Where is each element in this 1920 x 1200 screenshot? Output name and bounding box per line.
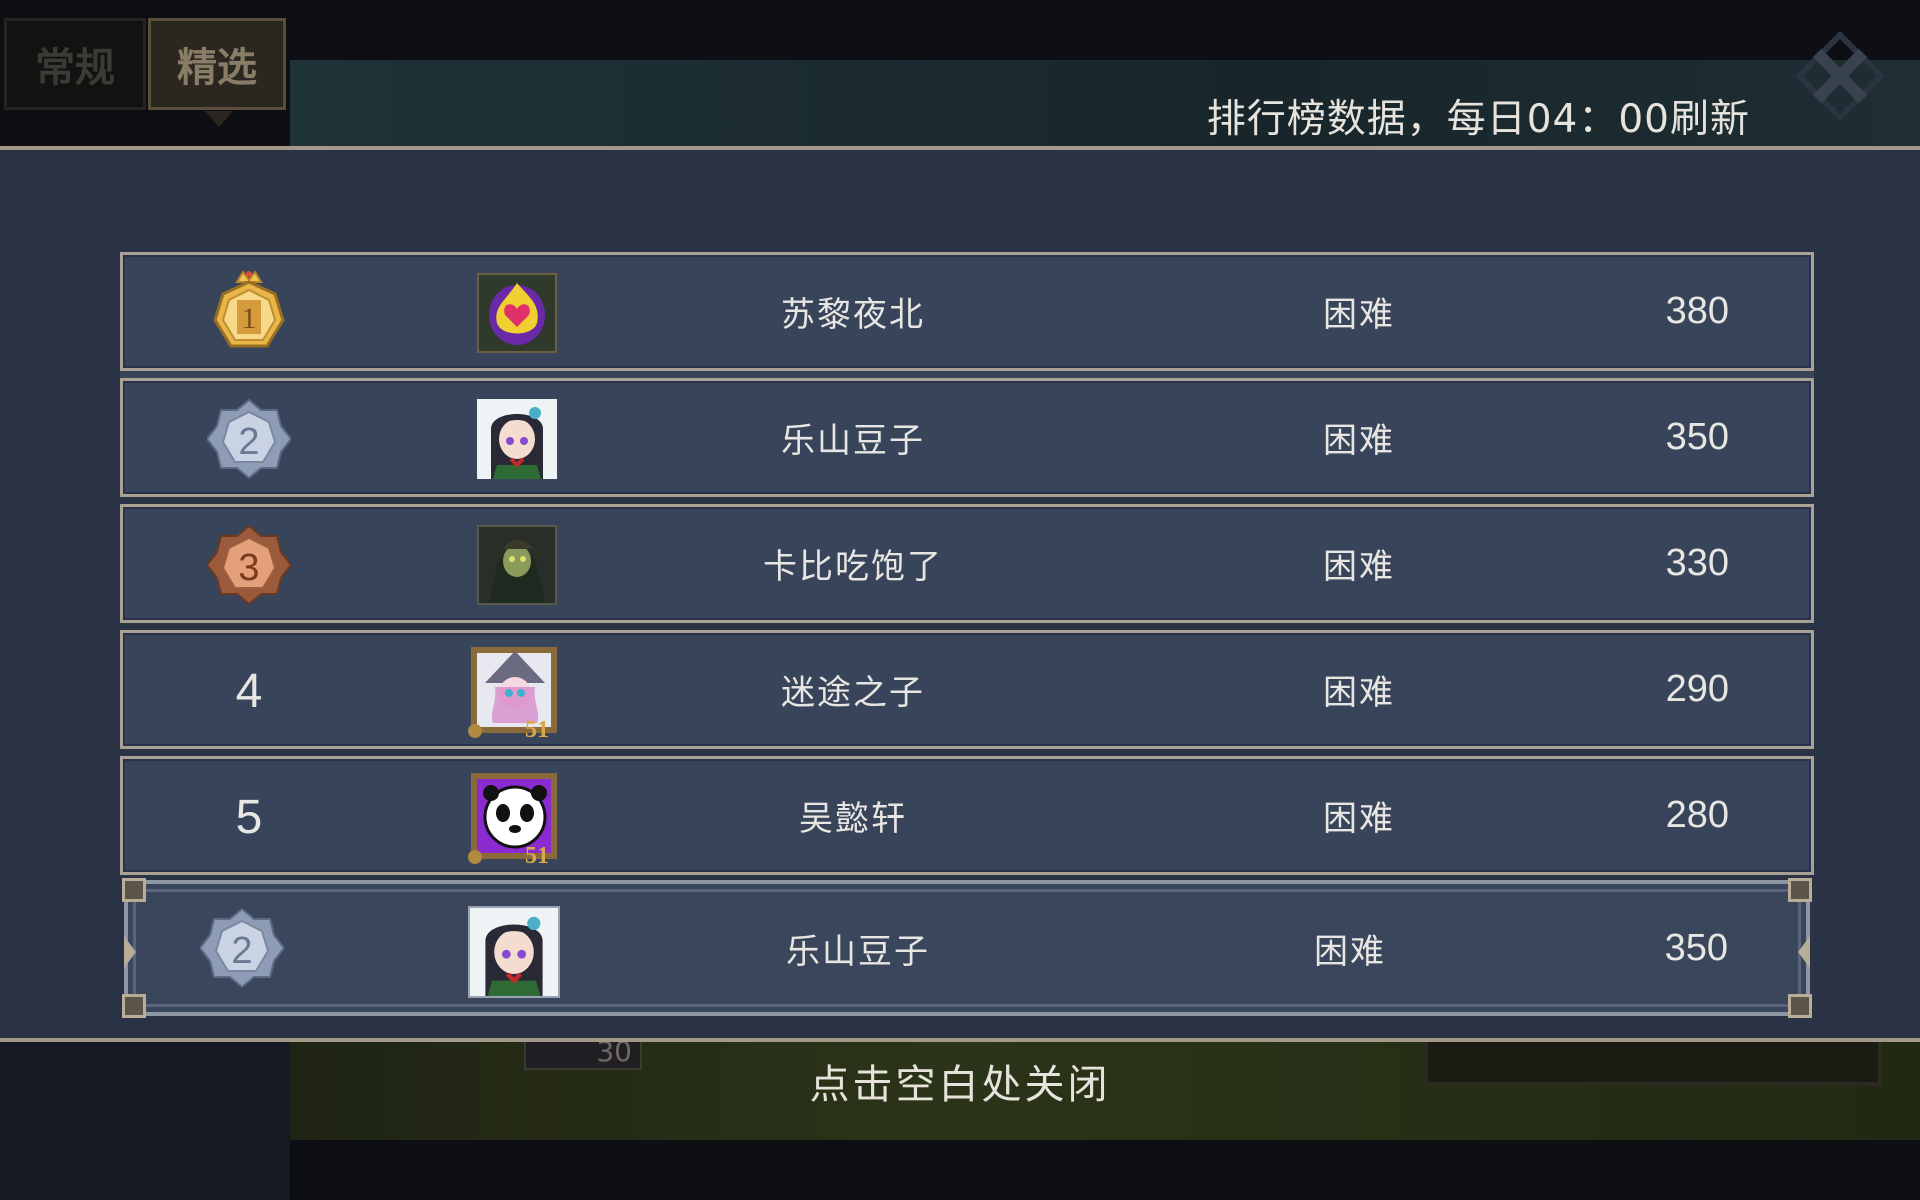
player-nickname: 乐山豆子 <box>781 421 925 461</box>
player-score: 350 <box>1665 416 1729 458</box>
leaderboard-row[interactable]: 2 2 乐山豆子 困难 350 <box>120 378 1814 497</box>
rank-silver-badge-icon: 2 2 <box>199 389 299 489</box>
player-score: 380 <box>1665 290 1729 332</box>
refresh-note: 排行榜数据，每日04：00刷新 <box>1206 97 1750 142</box>
svg-text:3: 3 <box>238 547 259 589</box>
player-score: 290 <box>1665 668 1729 710</box>
svg-text:2: 2 <box>231 930 252 972</box>
leaderboard-row[interactable]: 3 3 卡比吃饱了 困难 330 <box>120 504 1814 623</box>
frame-corner <box>122 878 146 902</box>
tab-featured-label: 精选 <box>177 45 257 91</box>
self-score: 350 <box>1664 926 1728 969</box>
player-nickname: 吴懿轩 <box>799 799 907 839</box>
frame-corner <box>1788 994 1812 1018</box>
player-score: 330 <box>1665 542 1729 584</box>
tab-normal-label: 常规 <box>35 45 115 91</box>
witch-avatar: 51 <box>467 643 565 741</box>
player-difficulty: 困难 <box>1323 799 1395 839</box>
leaderboard-row[interactable]: 5 51 吴懿轩 困难 280 <box>120 756 1814 875</box>
player-nickname: 迷途之子 <box>781 673 925 713</box>
anime-girl-avatar <box>468 906 560 998</box>
svg-text:1: 1 <box>242 302 257 335</box>
tab-featured[interactable]: 精选 <box>148 18 286 127</box>
frame-corner <box>1788 878 1812 902</box>
fire-heart-avatar <box>477 273 557 353</box>
rank-cell: 4 <box>199 641 299 741</box>
anime-girl-avatar <box>477 399 557 479</box>
rank-cell: 5 <box>199 767 299 867</box>
rank-number: 5 <box>235 790 263 844</box>
panda-avatar: 51 <box>467 769 565 867</box>
frame-notch <box>124 936 136 968</box>
close-x-icon[interactable] <box>1790 26 1890 126</box>
rank-silver-badge-icon: 2 2 <box>192 898 292 998</box>
player-difficulty: 困难 <box>1323 673 1395 713</box>
rank-number: 4 <box>235 664 263 718</box>
player-difficulty: 困难 <box>1323 295 1395 335</box>
rank-gold-badge-icon: 1 1 <box>199 263 299 363</box>
self-difficulty: 困难 <box>1314 931 1386 972</box>
leaderboard-row[interactable]: 1 1 苏黎夜北 困难 380 <box>120 252 1814 371</box>
self-rank-row: 2 2 乐山豆子 困难 350 <box>122 878 1812 1018</box>
svg-text:51: 51 <box>525 717 549 741</box>
player-score: 280 <box>1665 794 1729 836</box>
frame-corner <box>122 994 146 1018</box>
tab-normal[interactable]: 常规 <box>4 18 146 110</box>
close-hint[interactable]: 点击空白处关闭 <box>0 1052 1920 1110</box>
player-difficulty: 困难 <box>1323 547 1395 587</box>
goblin-avatar <box>477 525 557 605</box>
leaderboard-row[interactable]: 4 51 迷途之子 困难 290 <box>120 630 1814 749</box>
frame-notch <box>1798 936 1810 968</box>
self-nickname: 乐山豆子 <box>786 931 930 972</box>
player-nickname: 卡比吃饱了 <box>763 547 943 587</box>
svg-text:2: 2 <box>238 421 259 463</box>
player-nickname: 苏黎夜北 <box>781 295 925 335</box>
player-difficulty: 困难 <box>1323 421 1395 461</box>
rank-bronze-badge-icon: 3 3 <box>199 515 299 615</box>
svg-text:51: 51 <box>525 843 549 867</box>
